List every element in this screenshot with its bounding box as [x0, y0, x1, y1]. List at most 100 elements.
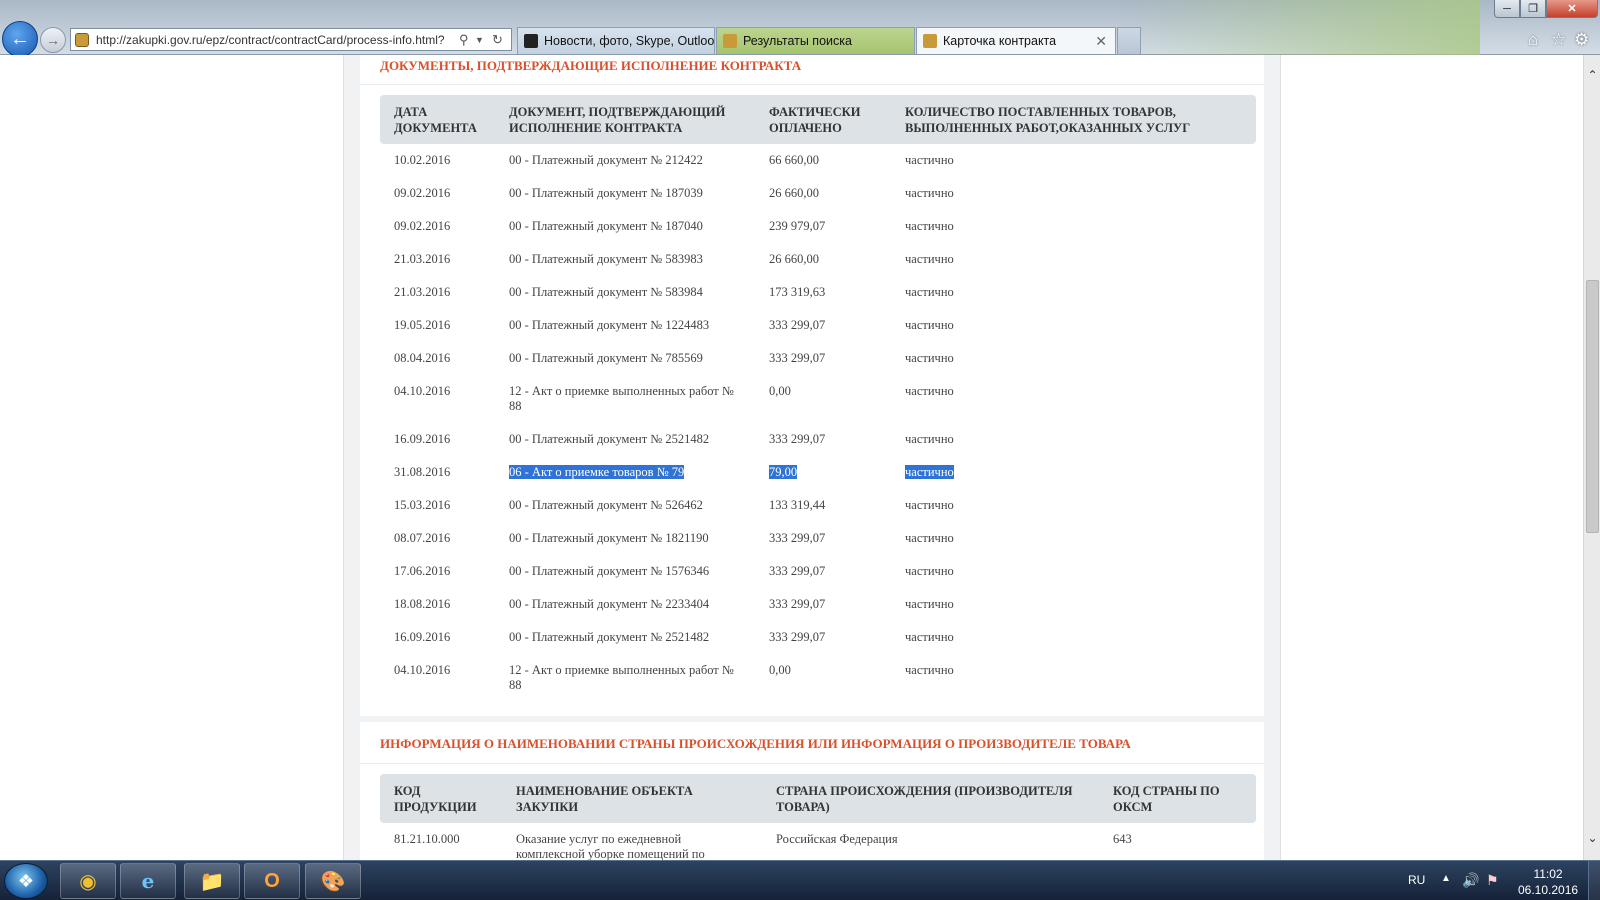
window-background: [1120, 0, 1480, 55]
back-button[interactable]: ←: [2, 21, 38, 57]
cell-document-text: 12 - Акт о приемке выполненных работ № 8…: [509, 384, 734, 413]
cell-date: 09.02.2016: [380, 177, 495, 210]
tab-search-results[interactable]: Результаты поиска: [716, 27, 915, 54]
cell-quantity: частично: [891, 654, 1256, 702]
cell-document: 12 - Акт о приемке выполненных работ № 8…: [495, 375, 755, 423]
taskbar-paint[interactable]: 🎨: [305, 863, 361, 899]
cell-document-text: 00 - Платежный документ № 212422: [509, 153, 703, 167]
cell-quantity: частично: [891, 309, 1256, 342]
table-row: 81.21.10.000 Оказание услуг по ежедневной…: [380, 823, 1256, 860]
show-desktop-button[interactable]: [1588, 861, 1600, 900]
cell-document-text: 00 - Платежный документ № 187040: [509, 219, 703, 233]
scrollbar-thumb[interactable]: [1586, 280, 1599, 533]
favorites-star-icon[interactable]: ☆: [1551, 30, 1566, 50]
show-hidden-icons-icon[interactable]: ▲: [1441, 873, 1451, 884]
taskbar-chrome[interactable]: ◉: [60, 863, 116, 899]
table-row: 10.02.2016 00 - Платежный документ № 2124…: [380, 144, 1256, 177]
cell-paid-text: 0,00: [769, 663, 791, 677]
tab-news[interactable]: Новости, фото, Skype, Outloo...: [517, 27, 715, 54]
cell-date-text: 09.02.2016: [394, 186, 451, 200]
cell-date: 17.06.2016: [380, 555, 495, 588]
cell-document: 00 - Платежный документ № 187040: [495, 210, 755, 243]
cell-quantity-text: частично: [905, 219, 954, 233]
cell-date: 21.03.2016: [380, 243, 495, 276]
windows-logo-icon: ❖: [17, 870, 35, 891]
cell-paid: 26 660,00: [755, 177, 891, 210]
cell-paid-text: 333 299,07: [769, 318, 826, 332]
restore-button[interactable]: ❐: [1520, 0, 1546, 18]
cell-date: 10.02.2016: [380, 144, 495, 177]
scroll-up-icon[interactable]: ⌃: [1584, 67, 1600, 84]
forward-button[interactable]: →: [40, 27, 66, 53]
content-card: ДОКУМЕНТЫ, ПОДТВЕРЖДАЮЩИЕ ИСПОЛНЕНИЕ КОН…: [360, 55, 1264, 860]
gear-icon[interactable]: ⚙: [1574, 30, 1589, 50]
section-origin: ИНФОРМАЦИЯ О НАИМЕНОВАНИИ СТРАНЫ ПРОИСХО…: [360, 716, 1264, 860]
address-bar[interactable]: http://zakupki.gov.ru/epz/contract/contr…: [70, 28, 512, 51]
cell-quantity-text: частично: [905, 318, 954, 332]
table-row: 04.10.2016 12 - Акт о приемке выполненных…: [380, 375, 1256, 423]
cell-quantity-text: частично: [905, 432, 954, 446]
cell-document: 00 - Платежный документ № 1576346: [495, 555, 755, 588]
cell-date-text: 04.10.2016: [394, 384, 451, 398]
cell-date-text: 16.09.2016: [394, 432, 451, 446]
new-tab-button[interactable]: [1117, 27, 1141, 54]
cell-document-text: 00 - Платежный документ № 526462: [509, 498, 703, 512]
refresh-icon[interactable]: ↻: [492, 32, 503, 48]
url-text[interactable]: http://zakupki.gov.ru/epz/contract/contr…: [96, 33, 456, 47]
chrome-icon: ◉: [79, 870, 97, 893]
cell-date: 31.08.2016: [380, 456, 495, 489]
cell-date: 21.03.2016: [380, 276, 495, 309]
taskbar-outlook[interactable]: O: [244, 863, 300, 899]
cell-quantity-text: частично: [905, 153, 954, 167]
cell-quantity-text: частично: [905, 285, 954, 299]
cell-paid-text: 133 319,44: [769, 498, 826, 512]
cell-date-text: 15.03.2016: [394, 498, 451, 512]
cell-paid-text: 333 299,07: [769, 597, 826, 611]
cell-paid-text: 333 299,07: [769, 564, 826, 578]
taskbar-internet-explorer[interactable]: e: [120, 863, 176, 899]
cell-date-text: 21.03.2016: [394, 285, 451, 299]
close-tab-icon[interactable]: ✕: [1095, 33, 1107, 50]
close-window-button[interactable]: ✕: [1546, 0, 1598, 18]
cell-quantity-text: частично: [905, 186, 954, 200]
vertical-scrollbar[interactable]: ⌃ ⌄: [1583, 55, 1600, 860]
cell-date-text: 04.10.2016: [394, 663, 451, 677]
dropdown-icon[interactable]: ▼: [475, 35, 484, 45]
tab-contract-card[interactable]: Карточка контракта ✕: [916, 27, 1116, 54]
browser-toolbar: ← → http://zakupki.gov.ru/epz/contract/c…: [0, 0, 1600, 57]
cell-document: 00 - Платежный документ № 785569: [495, 342, 755, 375]
start-button[interactable]: ❖: [4, 863, 48, 899]
table-row: 16.09.2016 00 - Платежный документ № 2521…: [380, 621, 1256, 654]
col-header-paid: ФАКТИЧЕСКИ ОПЛАЧЕНО: [755, 95, 891, 144]
tab-title: Новости, фото, Skype, Outloo...: [544, 34, 715, 48]
cell-paid: 133 319,44: [755, 489, 891, 522]
network-warning-icon[interactable]: ⚑: [1486, 872, 1499, 889]
cell-paid: 239 979,07: [755, 210, 891, 243]
clock-date: 06.10.2016: [1518, 883, 1579, 897]
cell-document-text: 00 - Платежный документ № 583983: [509, 252, 703, 266]
clock[interactable]: 11:02 06.10.2016: [1518, 866, 1578, 898]
volume-icon[interactable]: 🔊: [1462, 872, 1479, 889]
home-icon[interactable]: ⌂: [1528, 30, 1538, 50]
minimize-button[interactable]: ─: [1494, 0, 1520, 18]
cell-paid-text: 333 299,07: [769, 531, 826, 545]
section-title-origin: ИНФОРМАЦИЯ О НАИМЕНОВАНИИ СТРАНЫ ПРОИСХО…: [360, 722, 1264, 764]
folder-icon: 📁: [199, 870, 225, 893]
taskbar-file-explorer[interactable]: 📁: [184, 863, 240, 899]
cell-document-text: 00 - Платежный документ № 785569: [509, 351, 703, 365]
language-indicator[interactable]: RU: [1408, 873, 1425, 887]
search-icon[interactable]: ⚲: [459, 32, 469, 48]
cell-quantity: частично: [891, 177, 1256, 210]
cell-paid-text: 239 979,07: [769, 219, 826, 233]
cell-document-text: 00 - Платежный документ № 583984: [509, 285, 703, 299]
col-header-date: ДАТА ДОКУМЕНТА: [380, 95, 495, 144]
cell-quantity-text: частично: [905, 252, 954, 266]
cell-paid-text: 26 660,00: [769, 252, 819, 266]
scroll-down-icon[interactable]: ⌄: [1584, 830, 1600, 847]
cell-paid: 333 299,07: [755, 423, 891, 456]
cell-date: 15.03.2016: [380, 489, 495, 522]
page-viewport: ДОКУМЕНТЫ, ПОДТВЕРЖДАЮЩИЕ ИСПОЛНЕНИЕ КОН…: [0, 55, 1583, 860]
cell-quantity: частично: [891, 555, 1256, 588]
table-row: 16.09.2016 00 - Платежный документ № 2521…: [380, 423, 1256, 456]
cell-paid: 333 299,07: [755, 588, 891, 621]
